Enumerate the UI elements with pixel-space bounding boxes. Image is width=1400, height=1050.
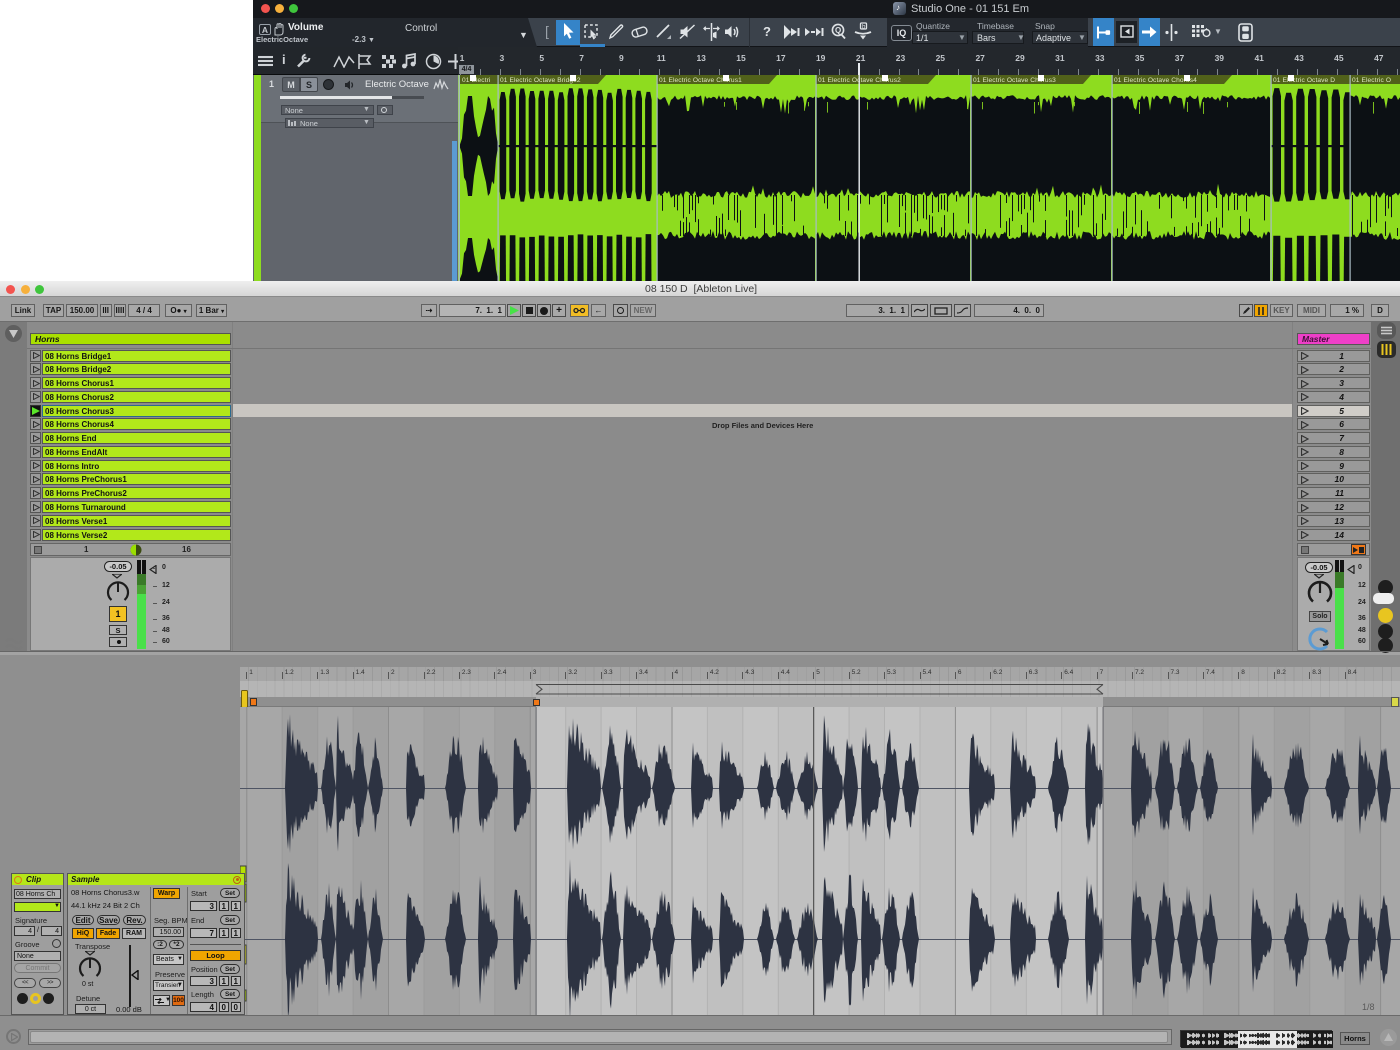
- svg-text:01 Electric Octave Bridge2: 01 Electric Octave Bridge2: [500, 77, 581, 84]
- svg-text:Q: Q: [835, 26, 841, 35]
- svg-text:01 Electric O: 01 Electric O: [1352, 77, 1391, 84]
- svg-text:01 Electric Octave Chorus1: 01 Electric Octave Chorus1: [659, 77, 742, 84]
- svg-text:01 Electri: 01 Electri: [462, 77, 491, 84]
- svg-text:1/8: 1/8: [1362, 1002, 1375, 1012]
- svg-text:01 Electric Octave D: 01 Electric Octave D: [1273, 77, 1335, 84]
